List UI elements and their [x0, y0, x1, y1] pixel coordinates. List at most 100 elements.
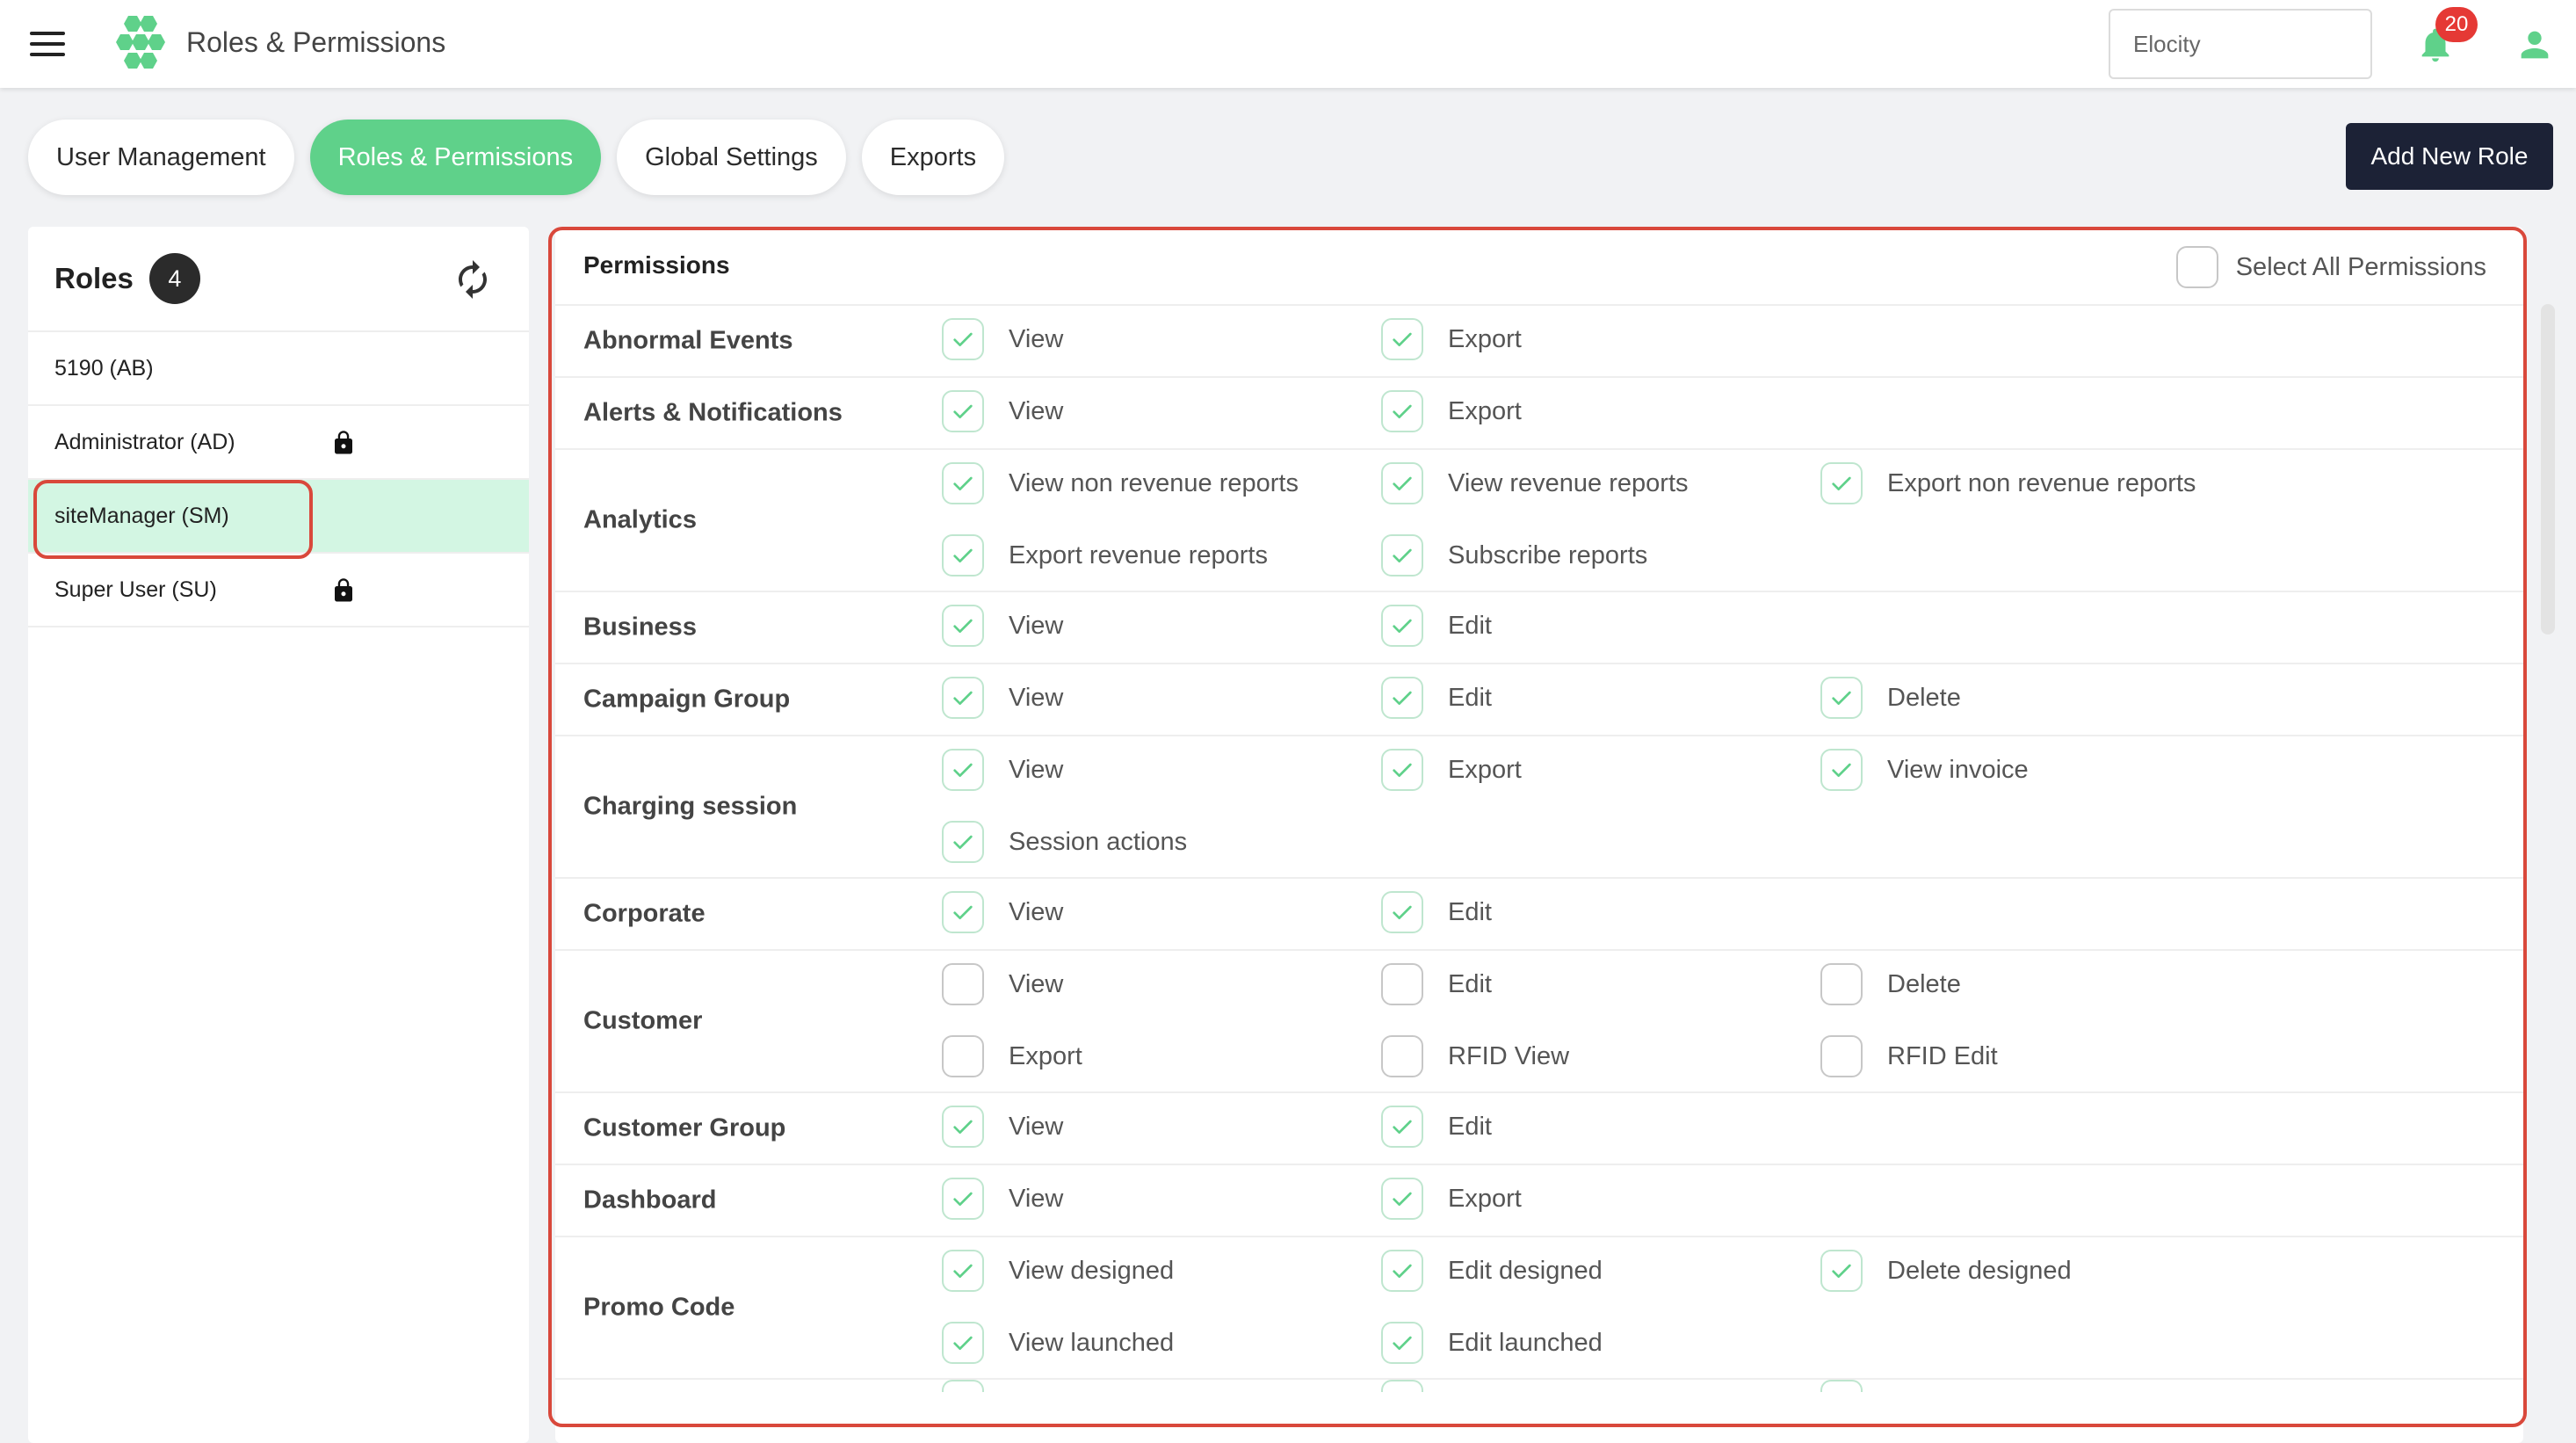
permission-options: View Export — [942, 1178, 2260, 1220]
roles-panel: Roles 4 5190 (AB) Administrator (AD) siteM… — [28, 227, 529, 1443]
permission-checkbox[interactable] — [942, 1178, 984, 1220]
tab-exports[interactable]: Exports — [861, 120, 1005, 195]
permission-group-label: Customer Group — [583, 1113, 786, 1142]
select-all-permissions[interactable]: Select All Permissions — [2175, 246, 2486, 288]
permission-option[interactable]: Export — [1381, 1178, 1820, 1220]
permission-option[interactable]: Delete designed — [1820, 1250, 2260, 1292]
menu-icon[interactable] — [30, 32, 65, 56]
permission-option[interactable]: View — [942, 318, 1381, 360]
permission-checkbox[interactable] — [942, 1322, 984, 1364]
refresh-icon[interactable] — [452, 258, 494, 301]
permission-checkbox[interactable] — [942, 534, 984, 576]
permission-option-label: View launched — [1009, 1328, 1175, 1357]
permission-option[interactable]: View designed — [942, 1250, 1381, 1292]
permission-option[interactable]: Edit — [1381, 605, 1820, 647]
permission-checkbox[interactable] — [942, 1035, 984, 1077]
permission-checkbox[interactable] — [1381, 677, 1423, 719]
roles-list: 5190 (AB) Administrator (AD) siteManager (… — [28, 332, 529, 627]
permission-option[interactable]: Export revenue reports — [942, 534, 1381, 576]
permission-checkbox[interactable] — [942, 891, 984, 933]
permission-checkbox[interactable] — [942, 462, 984, 504]
permission-checkbox[interactable] — [1820, 963, 1863, 1005]
permission-checkbox[interactable] — [942, 677, 984, 719]
permission-checkbox[interactable] — [942, 605, 984, 647]
permission-checkbox[interactable] — [1381, 891, 1423, 933]
role-item[interactable]: Super User (SU) — [28, 554, 529, 627]
permission-option[interactable]: Edit launched — [1381, 1322, 1820, 1364]
permission-checkbox[interactable] — [942, 318, 984, 360]
permission-option[interactable]: View — [942, 605, 1381, 647]
add-new-role-button[interactable]: Add New Role — [2346, 123, 2553, 190]
permission-row: Abnormal Events View Export — [555, 306, 2523, 378]
permission-option[interactable]: Export — [1381, 318, 1820, 360]
permission-checkbox[interactable] — [942, 1106, 984, 1148]
permission-checkbox[interactable] — [1381, 462, 1423, 504]
tab-roles-permissions[interactable]: Roles & Permissions — [309, 120, 602, 195]
permission-checkbox[interactable] — [1381, 318, 1423, 360]
permission-checkbox[interactable] — [1381, 390, 1423, 432]
permission-option[interactable]: Edit designed — [1381, 1250, 1820, 1292]
permission-option[interactable]: View — [942, 1106, 1381, 1148]
permission-checkbox[interactable] — [942, 749, 984, 791]
select-all-checkbox[interactable] — [2175, 246, 2218, 288]
permission-option[interactable]: Export — [942, 1035, 1381, 1077]
tab-global-settings[interactable]: Global Settings — [617, 120, 846, 195]
permission-option[interactable]: Edit — [1381, 963, 1820, 1005]
select-all-label: Select All Permissions — [2235, 252, 2486, 281]
permission-checkbox[interactable] — [1820, 749, 1863, 791]
permission-checkbox[interactable] — [942, 821, 984, 863]
role-item[interactable]: Administrator (AD) — [28, 406, 529, 480]
permission-checkbox[interactable] — [1381, 1322, 1423, 1364]
permission-checkbox[interactable] — [942, 390, 984, 432]
permissions-scrollbar[interactable] — [2541, 304, 2555, 634]
permission-option[interactable]: View — [942, 390, 1381, 432]
permission-checkbox[interactable] — [1820, 462, 1863, 504]
user-account-icon[interactable] — [2513, 25, 2557, 65]
permission-checkbox[interactable] — [1381, 1106, 1423, 1148]
permission-checkbox[interactable] — [1381, 963, 1423, 1005]
permission-option[interactable]: Export non revenue reports — [1820, 462, 2260, 504]
permission-option-label: Edit designed — [1448, 1256, 1603, 1285]
permission-checkbox[interactable] — [1820, 1250, 1863, 1292]
permission-checkbox[interactable] — [1820, 677, 1863, 719]
permission-option[interactable]: View — [942, 749, 1381, 791]
permission-option[interactable]: Export — [1381, 390, 1820, 432]
permission-option-label: Edit launched — [1448, 1328, 1603, 1357]
role-item[interactable]: 5190 (AB) — [28, 332, 529, 406]
permission-checkbox[interactable] — [1381, 605, 1423, 647]
permission-checkbox[interactable] — [1381, 1178, 1423, 1220]
permission-option[interactable]: Delete — [1820, 963, 2260, 1005]
permission-option[interactable]: Export — [1381, 749, 1820, 791]
permission-option[interactable]: View launched — [942, 1322, 1381, 1364]
search-input[interactable] — [2109, 9, 2372, 79]
permission-option[interactable]: View — [942, 1178, 1381, 1220]
permission-option[interactable]: Delete — [1820, 677, 2260, 719]
permission-option[interactable]: View — [942, 677, 1381, 719]
permission-option[interactable]: View invoice — [1820, 749, 2260, 791]
permission-option[interactable]: RFID Edit — [1820, 1035, 2260, 1077]
permission-option[interactable]: View — [942, 891, 1381, 933]
tab-user-management[interactable]: User Management — [28, 120, 294, 195]
permission-option[interactable]: View — [942, 963, 1381, 1005]
permission-option[interactable]: View revenue reports — [1381, 462, 1820, 504]
permission-checkbox[interactable] — [1381, 1250, 1423, 1292]
permission-option[interactable]: View non revenue reports — [942, 462, 1381, 504]
permission-option[interactable]: Session actions — [942, 821, 1381, 863]
permission-option[interactable]: Edit — [1381, 1106, 1820, 1148]
permission-checkbox[interactable] — [1381, 534, 1423, 576]
permission-option-label: View — [1009, 755, 1064, 784]
permission-checkbox[interactable] — [942, 963, 984, 1005]
permission-option[interactable]: Edit — [1381, 677, 1820, 719]
permission-checkbox[interactable] — [942, 1250, 984, 1292]
permission-option-label: View — [1009, 969, 1064, 998]
permission-option-label: Edit — [1448, 969, 1492, 998]
permission-option-label: Export — [1009, 1041, 1082, 1070]
permission-option[interactable]: Edit — [1381, 891, 1820, 933]
permission-checkbox[interactable] — [1381, 749, 1423, 791]
permission-checkbox[interactable] — [1381, 1035, 1423, 1077]
permission-option[interactable]: Subscribe reports — [1381, 534, 1820, 576]
permission-checkbox[interactable] — [1820, 1035, 1863, 1077]
permission-option-label: Export — [1448, 755, 1522, 784]
permission-option[interactable]: RFID View — [1381, 1035, 1820, 1077]
role-item[interactable]: siteManager (SM) — [28, 480, 529, 554]
